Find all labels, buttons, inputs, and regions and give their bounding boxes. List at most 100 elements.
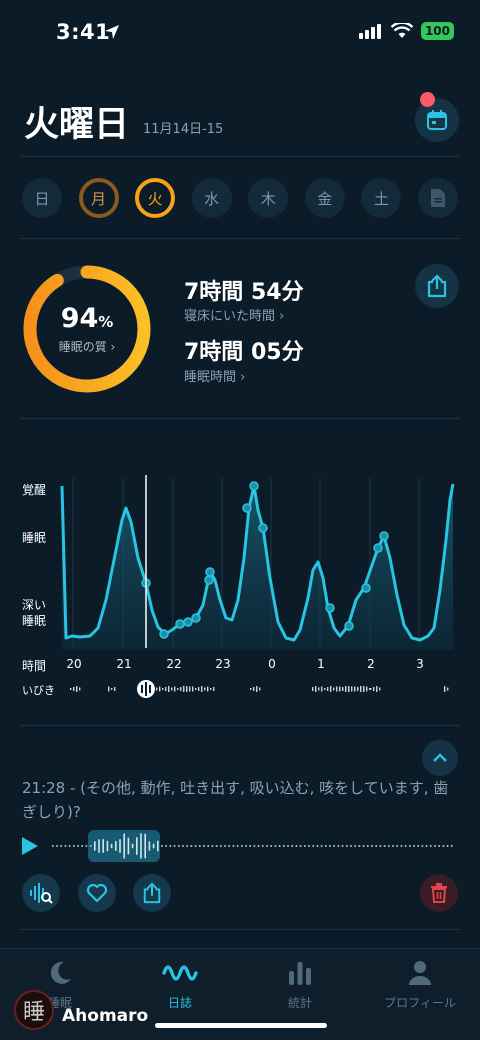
snore-track[interactable] — [60, 678, 460, 700]
snore-mark — [192, 686, 194, 692]
recording-description: 21:28 - (その他, 動作, 吐き出す, 吸い込む, 咳をしています, 歯… — [22, 779, 449, 821]
day-tuesday[interactable]: 火 — [135, 178, 176, 218]
waveform-bar — [123, 833, 125, 859]
heart-icon — [87, 884, 107, 902]
x-tick-label: 2 — [367, 657, 375, 671]
notes-button[interactable] — [417, 178, 458, 218]
play-icon[interactable] — [20, 836, 40, 856]
waveform-bar — [165, 845, 167, 847]
snore-mark — [156, 687, 158, 691]
share-recording-button[interactable] — [133, 874, 171, 912]
sound-event-point[interactable] — [183, 617, 193, 627]
waveform-bar — [241, 845, 243, 847]
sound-event-point[interactable] — [205, 567, 215, 577]
waveform-bar — [194, 845, 197, 847]
sound-event-point[interactable] — [204, 575, 214, 585]
waveform-bar — [392, 845, 394, 847]
day-monday[interactable]: 月 — [78, 178, 119, 218]
time-in-bed-link[interactable]: 寝床にいた時間 › — [184, 305, 284, 324]
bar-chart-icon — [289, 962, 311, 985]
waveform-bar — [451, 845, 453, 847]
sound-event-point[interactable] — [242, 503, 252, 513]
waveform-bar — [299, 845, 302, 847]
snore-mark — [186, 686, 188, 692]
waveform-bar — [329, 845, 331, 847]
snore-label: いびき — [22, 684, 55, 697]
waveform-bar — [190, 845, 193, 847]
audio-waveform[interactable] — [48, 826, 458, 866]
snore-mark — [348, 686, 350, 692]
snore-mark — [342, 688, 344, 690]
waveform-bar — [337, 845, 340, 847]
waveform-bar — [266, 845, 268, 847]
share-summary-button[interactable] — [415, 264, 459, 308]
sound-event-point[interactable] — [249, 481, 259, 491]
snore-mark — [447, 687, 449, 691]
wifi-icon — [390, 23, 413, 38]
collapse-button[interactable] — [422, 740, 458, 776]
day-wednesday[interactable]: 水 — [191, 178, 232, 218]
waveform-bar — [94, 841, 96, 851]
snore-mark — [79, 687, 81, 691]
x-tick-label: 22 — [166, 657, 182, 671]
snore-mark — [114, 687, 116, 691]
day-friday[interactable]: 金 — [304, 178, 345, 218]
day-saturday[interactable]: 土 — [361, 178, 402, 218]
cellular-signal-icon — [358, 24, 381, 39]
delete-button[interactable] — [420, 874, 458, 912]
waveform-bar — [215, 845, 218, 847]
quality-label[interactable]: 睡眠の質 › — [22, 338, 152, 355]
snore-mark — [333, 687, 335, 691]
waveform-bar — [278, 845, 281, 847]
day-thursday[interactable]: 木 — [248, 178, 289, 218]
sound-search-button[interactable] — [22, 874, 60, 912]
waveform-bar — [173, 845, 176, 847]
snore-mark — [108, 686, 110, 692]
tab-statistics[interactable]: 統計 — [250, 959, 350, 1011]
sound-event-point[interactable] — [325, 603, 335, 613]
quality-percent: 94 — [60, 303, 99, 334]
x-tick-label: 23 — [215, 657, 231, 671]
waveform-bar — [182, 845, 184, 847]
waveform-bar — [207, 845, 209, 847]
sound-event-point[interactable] — [373, 543, 383, 553]
snore-mark — [444, 686, 446, 692]
snore-mark — [345, 687, 347, 691]
y-label-deep-sleep: 深い 睡眠 — [22, 598, 47, 628]
sound-event-point[interactable] — [379, 531, 389, 541]
divider — [20, 418, 460, 419]
watermark-text: Ahomaro — [62, 1006, 149, 1026]
sleep-chart[interactable] — [60, 470, 460, 660]
sound-event-point[interactable] — [191, 613, 201, 623]
waveform-bar — [52, 845, 54, 847]
favorite-button[interactable] — [78, 874, 116, 912]
snore-mark — [180, 688, 182, 690]
sound-event-point[interactable] — [361, 583, 371, 593]
waveform-bar — [115, 841, 117, 851]
sound-event-point[interactable] — [159, 629, 169, 639]
tab-diary[interactable]: 日誌 — [130, 959, 230, 1011]
x-axis-ticks: 20 21 22 23 0 1 2 3 — [0, 657, 480, 675]
x-tick-label: 3 — [416, 657, 424, 671]
time-in-bed-value: 7時間 54分 — [184, 280, 304, 305]
sleep-time-link[interactable]: 睡眠時間 › — [184, 366, 245, 385]
status-indicators: 100 — [358, 22, 454, 40]
quality-unit: % — [98, 313, 114, 331]
snore-mark — [351, 687, 353, 691]
waveform-bar — [375, 845, 377, 847]
snore-mark — [256, 686, 258, 692]
sound-event-point[interactable] — [258, 523, 268, 533]
waveform-bar — [442, 845, 445, 847]
day-sunday[interactable]: 日 — [22, 178, 62, 218]
tab-profile[interactable]: プロフィール — [370, 959, 470, 1011]
snore-mark — [379, 687, 381, 691]
sound-event-point[interactable] — [344, 621, 354, 631]
pulse-wave-icon — [162, 965, 198, 981]
divider — [20, 929, 460, 930]
sound-event-point[interactable] — [175, 619, 185, 629]
week-selector: 日 月 火 水 木 金 土 — [22, 178, 458, 218]
waveform-bar — [89, 845, 92, 847]
watermark-seal: 睡 — [14, 990, 54, 1030]
share-icon — [143, 882, 161, 904]
waveform-bar — [56, 845, 58, 847]
